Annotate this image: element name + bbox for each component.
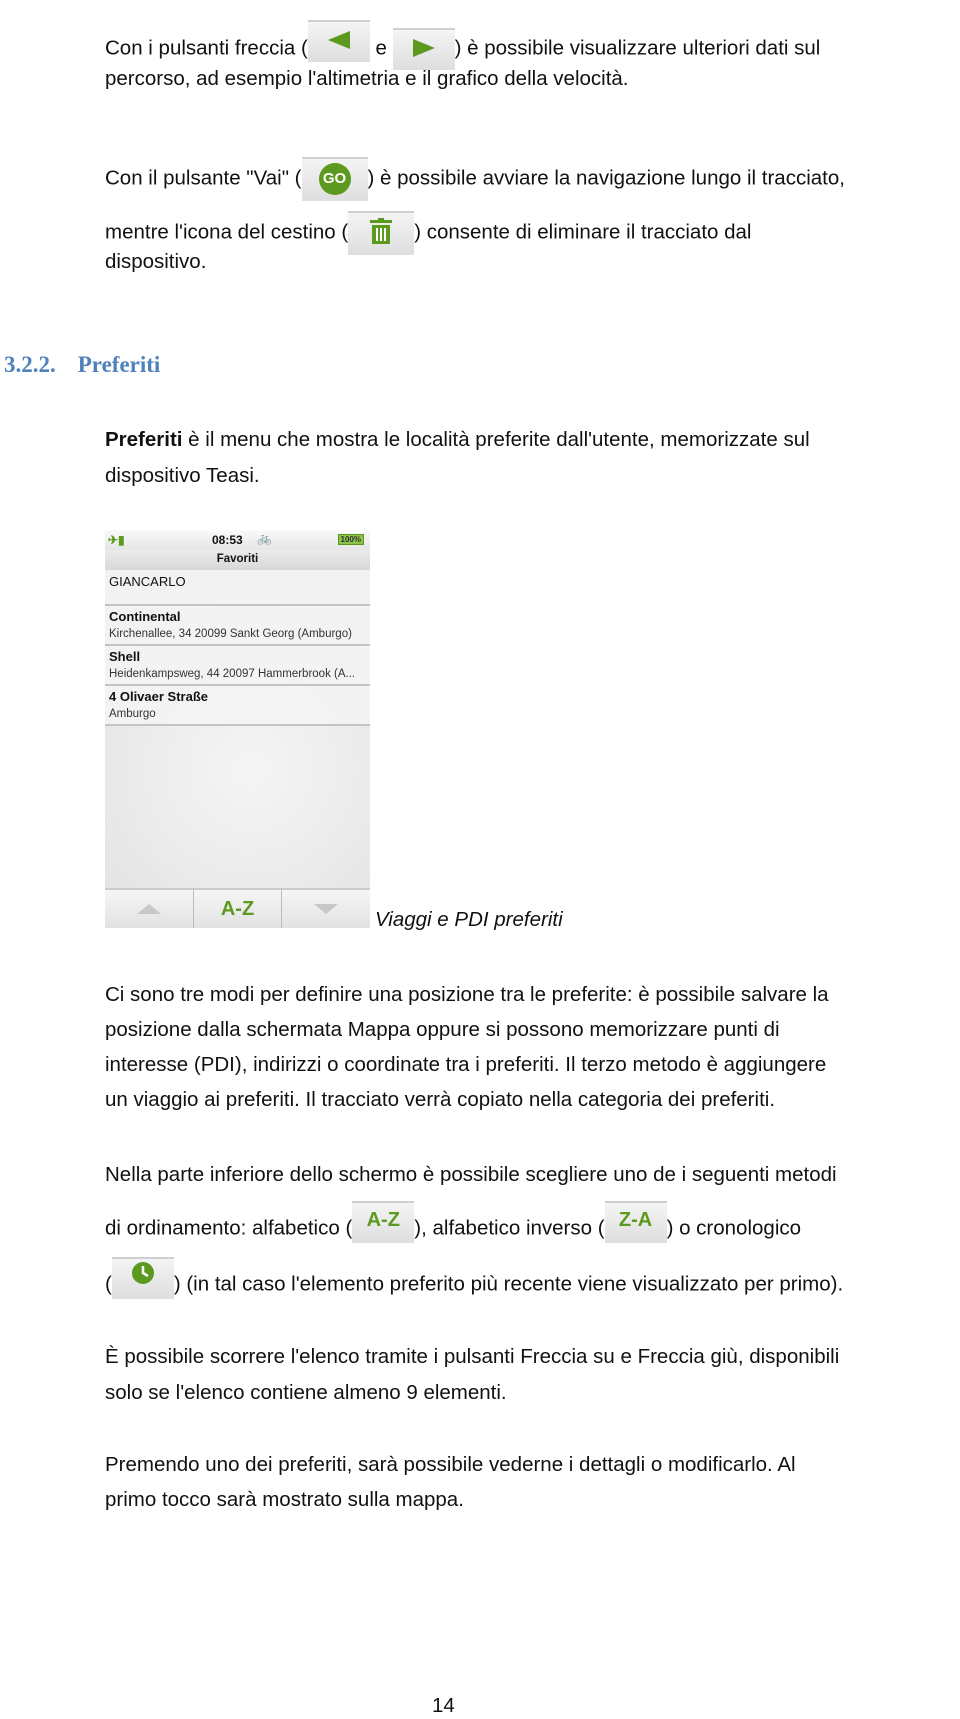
battery-icon: 100% [337,534,364,545]
text: mentre l'icona del cestino ( [105,220,349,244]
para2-line: un viaggio ai preferiti. Il tracciato ve… [105,1088,776,1111]
scroll-down-button[interactable] [282,890,370,928]
text: Con il pulsante "Vai" ( [105,166,302,190]
para2-line: posizione dalla schermata Mappa oppure s… [105,1018,780,1041]
intro-line-2: percorso, ad esempio l'altimetria e il g… [105,67,629,90]
arrow-left-button-image [307,20,370,62]
para3-line-3: ( ) (in tal caso l'elemento preferito più… [105,1257,844,1299]
text: ( [105,1272,112,1296]
intro-line-3: Con il pulsante "Vai" ( GO ) è possibile a… [105,157,845,201]
trash-button-image [348,211,415,255]
intro-line-5: dispositivo. [105,250,207,273]
text: e [375,36,387,60]
arrow-up-icon [136,904,161,914]
user-header: GIANCARLO [105,570,370,606]
para1-line-2: dispositivo Teasi. [105,464,260,487]
item-address: Heidenkampsweg, 44 20097 Hammerbrook (A.… [109,668,356,680]
go-button-image: GO [301,157,368,201]
go-icon: GO [318,163,351,195]
item-name: Shell [109,649,141,664]
signal-icon: ✈▮ [108,533,125,547]
list-item[interactable]: Continental Kirchenallee, 34 20099 Sankt … [105,606,370,646]
section-title: Preferiti [77,352,161,377]
bottom-bar: A-Z [105,888,370,928]
bold-term: Preferiti [105,428,183,451]
text: è il menu che mostra le località preferi… [182,428,810,451]
za-button-image: Z-A [604,1201,667,1243]
sort-az-button[interactable]: A-Z [194,890,283,928]
section-heading: 3.2.2. Preferiti [4,352,182,378]
para1-line-1: Preferiti è il menu che mostra le locali… [105,427,810,453]
text: ) consente di eliminare il tracciato dal [414,220,752,244]
figure-caption: Viaggi e PDI preferiti [375,908,563,931]
arrow-right-icon [412,39,435,57]
bike-icon: 🚲 [257,531,272,545]
text: ) o cronologico [666,1216,802,1240]
arrow-down-icon [314,904,339,914]
device-screenshot: ✈▮ 08:53 🚲 100% Favoriti GIANCARLO Conti… [105,530,370,928]
chrono-button-image [111,1257,174,1299]
para5-line: Premendo uno dei preferiti, sarà possibi… [105,1453,796,1476]
item-address: Amburgo [109,708,156,720]
para3-line-2: di ordinamento: alfabetico (A-Z), alfabe… [105,1201,802,1243]
para4-line: È possibile scorrere l'elenco tramite i … [105,1345,840,1368]
screen-title: Favoriti [105,550,370,570]
text: ) è possibile visualizzare ulteriori dat… [454,36,821,60]
para3-line-1: Nella parte inferiore dello schermo è po… [105,1163,837,1186]
list-item[interactable]: Shell Heidenkampsweg, 44 20097 Hammerbroo… [105,646,370,686]
clock-icon [131,1262,154,1284]
page-number: 14 [432,1694,455,1717]
para4-line: solo se l'elenco contiene almeno 9 eleme… [105,1381,507,1404]
section-number: 3.2.2. [4,352,56,377]
item-address: Kirchenallee, 34 20099 Sankt Georg (Ambu… [109,628,352,640]
arrow-left-icon [327,31,350,49]
text: di ordinamento: alfabetico ( [105,1216,353,1240]
item-name: Continental [109,609,181,624]
text: ) è possibile avviare la navigazione lun… [367,166,845,190]
para5-line: primo tocco sarà mostrato sulla mappa. [105,1488,464,1511]
text: ), alfabetico inverso ( [414,1216,605,1240]
status-bar: ✈▮ 08:53 🚲 100% [105,530,370,550]
text: ) (in tal caso l'elemento preferito più … [173,1272,844,1296]
para2-line: interesse (PDI), indirizzi o coordinate … [105,1053,827,1076]
para2-line: Ci sono tre modi per definire una posizi… [105,983,829,1006]
clock: 08:53 [212,533,243,547]
arrow-right-button-image [392,28,455,70]
item-name: 4 Olivaer Straße [109,689,208,704]
text: Con i pulsanti freccia ( [105,36,308,60]
az-button-image: A-Z [352,1201,415,1243]
list-item[interactable]: 4 Olivaer Straße Amburgo [105,686,370,726]
intro-line-1: Con i pulsanti freccia ( e ) è possibile… [105,20,821,70]
scroll-up-button[interactable] [105,890,194,928]
trash-icon [370,218,393,244]
